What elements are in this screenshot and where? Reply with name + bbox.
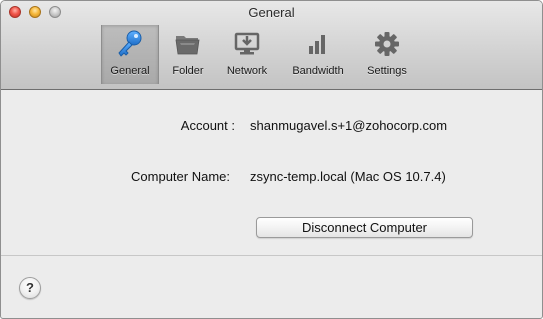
tab-bandwidth-label: Bandwidth xyxy=(292,65,344,77)
tab-network[interactable]: Network xyxy=(219,25,275,84)
computer-name-value: zsync-temp.local (Mac OS 10.7.4) xyxy=(250,169,446,184)
key-icon xyxy=(115,29,145,59)
footer-separator xyxy=(1,255,542,256)
disconnect-computer-button[interactable]: Disconnect Computer xyxy=(256,217,473,238)
title-bar: General General Folder Network Bandwidth… xyxy=(1,1,542,90)
network-icon xyxy=(232,29,262,59)
tab-network-label: Network xyxy=(226,65,268,77)
account-label: Account : xyxy=(180,118,235,133)
account-value: shanmugavel.s+1@zohocorp.com xyxy=(250,118,448,133)
tab-bandwidth[interactable]: Bandwidth xyxy=(285,25,351,84)
computer-name-label: Computer Name: xyxy=(131,169,230,184)
tab-settings-label: Settings xyxy=(367,65,407,77)
gear-icon xyxy=(372,29,402,59)
help-button[interactable]: ? xyxy=(19,277,41,299)
preferences-window: General General Folder Network Bandwidth… xyxy=(0,0,543,319)
tab-general-label: General xyxy=(110,65,150,77)
tab-folder-label: Folder xyxy=(172,65,204,77)
bandwidth-icon xyxy=(303,29,333,59)
tab-settings[interactable]: Settings xyxy=(359,25,415,84)
window-title: General xyxy=(248,5,295,20)
folder-icon xyxy=(173,29,203,59)
tab-general[interactable]: General xyxy=(101,25,159,84)
preferences-toolbar: General Folder Network Bandwidth Setting… xyxy=(1,25,542,86)
tab-folder[interactable]: Folder xyxy=(161,25,215,84)
